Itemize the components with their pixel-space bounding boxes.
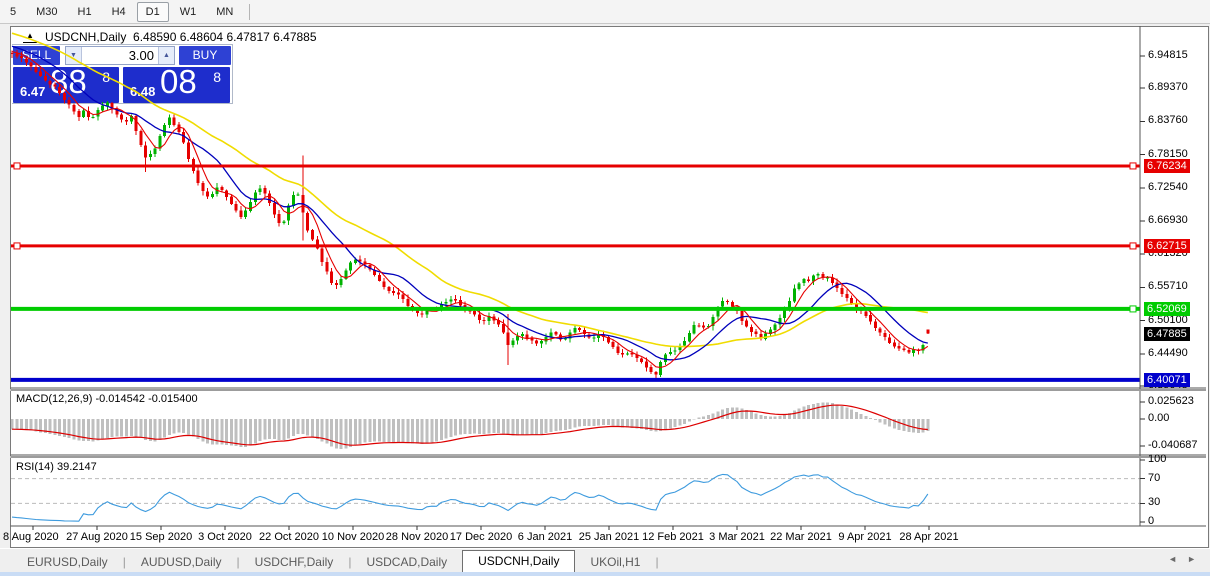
date-tick-label: 10 Nov 2020	[321, 531, 385, 543]
status-strip	[0, 572, 1210, 576]
date-tick-label: 6 Jan 2021	[517, 531, 573, 543]
tab-audusd-daily[interactable]: AUDUSD,Daily	[126, 552, 237, 572]
tab-scroll-buttons: ◄ ►	[1168, 554, 1196, 564]
date-tick-label: 17 Dec 2020	[449, 531, 513, 543]
price-tick: 6.83760	[1148, 114, 1188, 127]
date-tick-label: 9 Apr 2021	[838, 531, 892, 543]
tab-usdcnh-daily[interactable]: USDCNH,Daily	[462, 550, 576, 572]
price-tick: 6.44490	[1148, 346, 1188, 359]
rsi-label: RSI(14) 39.2147	[16, 461, 97, 473]
date-tick-label: 3 Oct 2020	[198, 531, 252, 543]
tab-eurusd-daily[interactable]: EURUSD,Daily	[12, 552, 123, 572]
level-price-chip: 6.52069	[1144, 301, 1190, 316]
tab-separator: |	[655, 555, 659, 569]
date-tick-label: 28 Apr 2021	[899, 531, 959, 543]
tab-usdchf-daily[interactable]: USDCHF,Daily	[240, 552, 349, 572]
price-tick: 6.78150	[1148, 147, 1188, 160]
date-tick-label: 3 Mar 2021	[709, 531, 765, 543]
rsi-tick: 100	[1148, 453, 1167, 465]
macd-tick: -0.040687	[1148, 438, 1198, 451]
price-tick: 6.89370	[1148, 81, 1188, 94]
current-price-chip: 6.47885	[1144, 326, 1190, 341]
tab-usdcad-daily[interactable]: USDCAD,Daily	[351, 552, 462, 572]
tab-ukoil-h1[interactable]: UKOil,H1	[575, 552, 655, 572]
price-tick: 6.66930	[1148, 213, 1188, 226]
rsi-tick: 70	[1148, 471, 1161, 484]
symbol-tabbar: EURUSD,Daily | AUDUSD,Daily | USDCHF,Daily | U…	[0, 548, 1210, 572]
macd-tick: 0.00	[1148, 412, 1170, 424]
level-price-chip: 6.62715	[1144, 238, 1190, 253]
macd-label: MACD(12,26,9) -0.014542 -0.015400	[16, 393, 198, 405]
date-tick-label: 28 Nov 2020	[385, 531, 449, 543]
macd-tick: 0.025623	[1148, 395, 1194, 407]
chart-canvas[interactable]	[0, 0, 1210, 576]
tab-scroll-right-icon[interactable]: ►	[1187, 554, 1196, 564]
price-tick: 6.55710	[1148, 280, 1188, 293]
rsi-tick: 30	[1148, 496, 1161, 509]
price-tick: 6.72540	[1148, 180, 1188, 193]
price-tick: 6.94815	[1148, 49, 1188, 61]
mt4-window: 5 M30 H1 H4 D1 W1 MN ▲ USDCNH,Daily 6.48590 6.…	[0, 0, 1210, 576]
date-tick-label: 27 Aug 2020	[66, 531, 128, 543]
date-tick-label: 22 Mar 2021	[770, 531, 832, 543]
tab-scroll-left-icon[interactable]: ◄	[1168, 554, 1177, 564]
rsi-tick: 0	[1148, 515, 1155, 527]
date-tick-label: 15 Sep 2020	[129, 531, 193, 543]
level-price-chip: 6.76234	[1144, 158, 1190, 173]
date-tick-label: 12 Feb 2021	[642, 531, 704, 543]
date-tick-label: 25 Jan 2021	[578, 531, 640, 543]
level-price-chip: 6.40071	[1144, 372, 1190, 387]
date-tick-label: 22 Oct 2020	[259, 531, 319, 543]
date-tick-label: 8 Aug 2020	[3, 531, 59, 543]
